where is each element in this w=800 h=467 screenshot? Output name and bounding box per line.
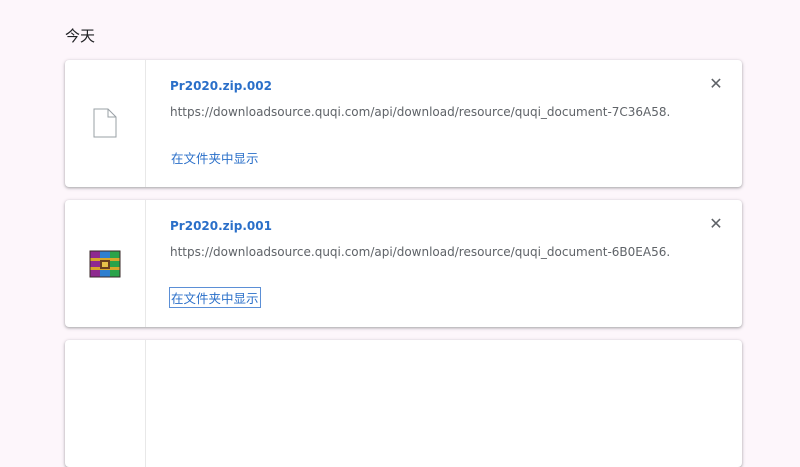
close-icon[interactable]: ✕ <box>708 76 724 92</box>
file-name-link[interactable]: Pr2020.zip.002 <box>170 79 272 93</box>
download-item <box>65 340 742 467</box>
generic-file-icon <box>93 108 117 138</box>
file-url: https://downloadsource.quqi.com/api/down… <box>170 245 670 259</box>
file-icon-column <box>65 60 146 187</box>
show-in-folder-link[interactable]: 在文件夹中显示 <box>169 287 261 308</box>
show-in-folder-link[interactable]: 在文件夹中显示 <box>170 148 260 167</box>
file-icon-column <box>65 340 146 467</box>
winrar-archive-icon <box>89 250 121 278</box>
file-icon-column <box>65 200 146 327</box>
close-icon[interactable]: ✕ <box>708 216 724 232</box>
download-item: Pr2020.zip.002 https://downloadsource.qu… <box>65 60 742 187</box>
file-name-link[interactable]: Pr2020.zip.001 <box>170 219 272 233</box>
download-item: Pr2020.zip.001 https://downloadsource.qu… <box>65 200 742 327</box>
section-header-today: 今天 <box>65 27 96 45</box>
file-url: https://downloadsource.quqi.com/api/down… <box>170 105 670 119</box>
